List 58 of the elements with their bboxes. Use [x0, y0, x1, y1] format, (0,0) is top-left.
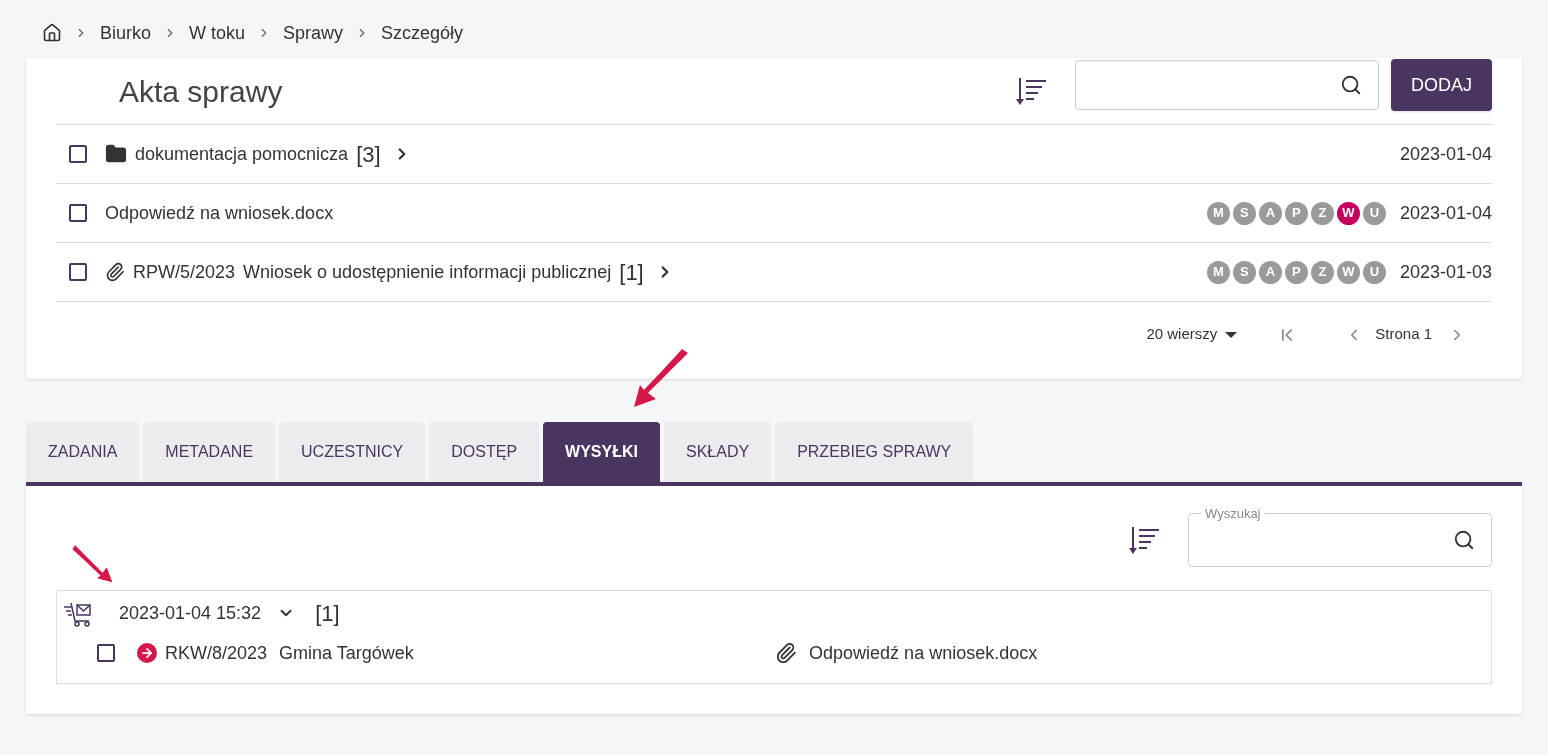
breadcrumb-link[interactable]: Szczegóły — [381, 19, 464, 47]
status-badge: W — [1336, 201, 1360, 225]
paperclip-icon — [775, 642, 798, 664]
file-name[interactable]: dokumentacja pomocnicza — [135, 140, 349, 168]
status-badge: A — [1258, 260, 1282, 284]
breadcrumb-link[interactable]: W toku — [189, 19, 246, 47]
folder-icon — [105, 143, 127, 165]
status-badge: M — [1206, 201, 1230, 225]
status-badge: M — [1206, 260, 1230, 284]
date-text: 2023-01-03 — [1399, 260, 1492, 284]
dropdown-icon[interactable] — [1225, 331, 1238, 338]
status-badge: S — [1232, 201, 1256, 225]
attachment-name[interactable]: Odpowiedź na wniosek.docx — [809, 639, 1038, 667]
status-badge: W — [1336, 260, 1360, 284]
file-name[interactable]: Wniosek o udostępnienie informacji publicznej — [243, 258, 612, 286]
status-badge: S — [1232, 260, 1256, 284]
checkbox[interactable] — [97, 644, 115, 662]
checkbox[interactable] — [69, 145, 87, 163]
item-count: [1] — [315, 599, 340, 628]
item-count: [3] — [356, 140, 381, 169]
tab[interactable]: WYSYŁKI — [543, 422, 660, 482]
case-reference: RPW/5/2023 — [133, 260, 236, 284]
status-badge: Z — [1310, 201, 1334, 225]
status-badge: Z — [1310, 260, 1334, 284]
page-indicator: Strona 1 — [1375, 324, 1432, 345]
checkbox[interactable] — [69, 263, 87, 281]
status-badge: U — [1362, 201, 1386, 225]
status-badge: P — [1284, 260, 1308, 284]
sort-icon[interactable] — [1128, 524, 1160, 556]
tab[interactable]: SKŁADY — [664, 422, 772, 482]
outgoing-icon — [137, 643, 157, 663]
tab[interactable]: PRZEBIEG SPRAWY — [775, 422, 974, 482]
tab[interactable]: ZADANIA — [26, 422, 140, 482]
checkbox[interactable] — [69, 204, 87, 222]
search-icon[interactable] — [1340, 74, 1362, 96]
shipment-reference[interactable]: RKW/8/2023 — [165, 639, 268, 667]
breadcrumb-link[interactable]: Biurko — [100, 19, 152, 47]
section-title: Akta sprawy — [119, 73, 284, 110]
date-text: 2023-01-04 — [1399, 201, 1492, 225]
tab[interactable]: DOSTĘP — [429, 422, 540, 482]
breadcrumb-link[interactable]: Sprawy — [283, 19, 344, 47]
tab[interactable]: UCZESTNICY — [279, 422, 426, 482]
home-icon[interactable] — [42, 23, 62, 43]
date-text: 2023-01-04 — [1399, 142, 1492, 166]
status-badge: U — [1362, 260, 1386, 284]
search-field[interactable] — [1075, 60, 1379, 110]
sort-icon[interactable] — [1015, 75, 1047, 107]
recipient-name: Gmina Targówek — [279, 641, 415, 665]
rows-per-page[interactable]: 20 wierszy — [1146, 323, 1218, 346]
item-count: [1] — [619, 258, 644, 287]
add-button[interactable]: DODAJ — [1391, 59, 1492, 111]
file-name: Odpowiedź na wniosek.docx — [105, 201, 334, 225]
status-badge: A — [1258, 201, 1282, 225]
search-icon[interactable] — [1453, 529, 1475, 551]
shipment-date: 2023-01-04 15:32 — [119, 601, 262, 625]
status-badge: P — [1284, 201, 1308, 225]
tab[interactable]: METADANE — [143, 422, 276, 482]
paperclip-icon — [105, 262, 125, 282]
